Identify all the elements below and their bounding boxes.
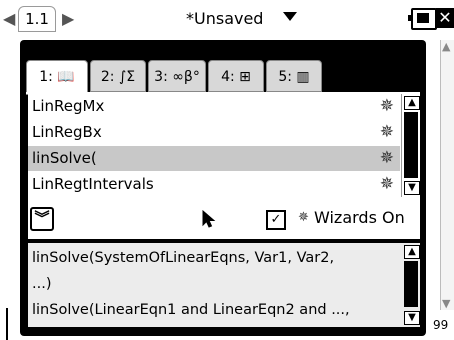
document-value-fragment: 99: [433, 318, 449, 332]
document-cursor-line: [6, 308, 8, 340]
scroll-up-icon[interactable]: ▲: [404, 96, 420, 110]
symbols-icon: ∞β°: [172, 69, 200, 85]
list-scrollbar[interactable]: ▲ ▼: [401, 94, 420, 197]
document-menu-caret-icon[interactable]: [283, 12, 297, 21]
list-item[interactable]: LinRegtIntervals ✵: [28, 172, 400, 197]
wizards-label[interactable]: Wizards On: [314, 208, 405, 227]
catalog-tab-2[interactable]: 2: ∫Σ: [90, 60, 146, 92]
templates-icon: ⊞: [239, 69, 251, 85]
book-icon: 📖: [57, 69, 75, 85]
scroll-up-icon[interactable]: ▲: [442, 40, 450, 53]
help-scrollbar[interactable]: ▲ ▼: [402, 243, 420, 327]
list-item[interactable]: LinRegMx ✵: [28, 94, 400, 119]
scroll-up-icon[interactable]: ▲: [404, 245, 420, 259]
list-item-label: LinRegBx: [32, 123, 102, 141]
mouse-pointer-icon: [202, 210, 216, 228]
catalog-tab-number: 4:: [221, 69, 235, 85]
document-toolbar: ◀ 1.1 ▶ *Unsaved ✕: [0, 0, 454, 38]
catalog-tab-3[interactable]: 3: ∞β°: [148, 60, 206, 92]
scroll-down-icon[interactable]: ▼: [404, 311, 420, 325]
scroll-down-icon[interactable]: ▼: [404, 181, 420, 195]
list-item[interactable]: LinRegBx ✵: [28, 120, 400, 145]
catalog-tab-number: 2:: [100, 69, 115, 85]
battery-icon: [408, 8, 437, 30]
page-tab[interactable]: 1.1: [18, 6, 56, 32]
wizard-wand-icon: ✵: [298, 210, 309, 225]
scroll-down-icon[interactable]: ▼: [442, 297, 450, 310]
list-item-label: LinRegtIntervals: [32, 175, 154, 193]
catalog-tab-number: 3:: [154, 69, 168, 85]
catalog-panel: 1: 📖 2: ∫Σ 3: ∞β° 4: ⊞ 5: ▥ LinRegMx ✵ L…: [20, 40, 426, 336]
previous-page-arrow-icon[interactable]: ◀: [3, 9, 15, 28]
catalog-tab-5[interactable]: 5: ▥: [266, 60, 322, 92]
document-scrollbar[interactable]: ▲ ▼: [440, 40, 454, 310]
wizard-wand-icon: ✵: [379, 174, 394, 194]
scroll-thumb[interactable]: [404, 261, 418, 307]
list-item-label: LinRegMx: [32, 97, 105, 115]
list-item-label: linSolve(: [32, 149, 97, 167]
next-page-arrow-icon[interactable]: ▶: [62, 9, 74, 28]
catalog-tab-1[interactable]: 1: 📖: [26, 60, 88, 95]
wizard-wand-icon: ✵: [379, 122, 394, 142]
integral-sigma-icon: ∫Σ: [118, 69, 136, 85]
syntax-help-text: linSolve(SystemOfLinearEqns, Var1, Var2,…: [32, 245, 398, 323]
syntax-help-panel: linSolve(SystemOfLinearEqns, Var1, Var2,…: [28, 243, 420, 327]
help-line: linSolve(LinearEqn1 and LinearEqn2 and .…: [32, 302, 350, 318]
collapse-chevron-icon[interactable]: ︾: [30, 207, 54, 231]
document-title[interactable]: *Unsaved: [186, 9, 263, 28]
list-item-selected[interactable]: linSolve( ✵: [28, 146, 400, 171]
help-line: ...): [32, 276, 52, 292]
wizards-checkbox[interactable]: ✓: [266, 210, 286, 230]
help-line: linSolve(SystemOfLinearEqns, Var1, Var2,: [32, 250, 335, 266]
catalog-controls: ︾ ✓ ✵ Wizards On: [28, 197, 420, 239]
libraries-icon: ▥: [296, 69, 310, 85]
catalog-tab-number: 5:: [278, 69, 292, 85]
close-icon[interactable]: ✕: [436, 8, 454, 28]
scroll-thumb[interactable]: [404, 112, 418, 178]
catalog-list: LinRegMx ✵ LinRegBx ✵ linSolve( ✵ LinReg…: [28, 94, 420, 197]
catalog-tab-number: 1:: [39, 69, 53, 85]
wizard-wand-icon: ✵: [379, 148, 394, 168]
catalog-tab-4[interactable]: 4: ⊞: [208, 60, 264, 92]
wizard-wand-icon: ✵: [379, 96, 394, 116]
